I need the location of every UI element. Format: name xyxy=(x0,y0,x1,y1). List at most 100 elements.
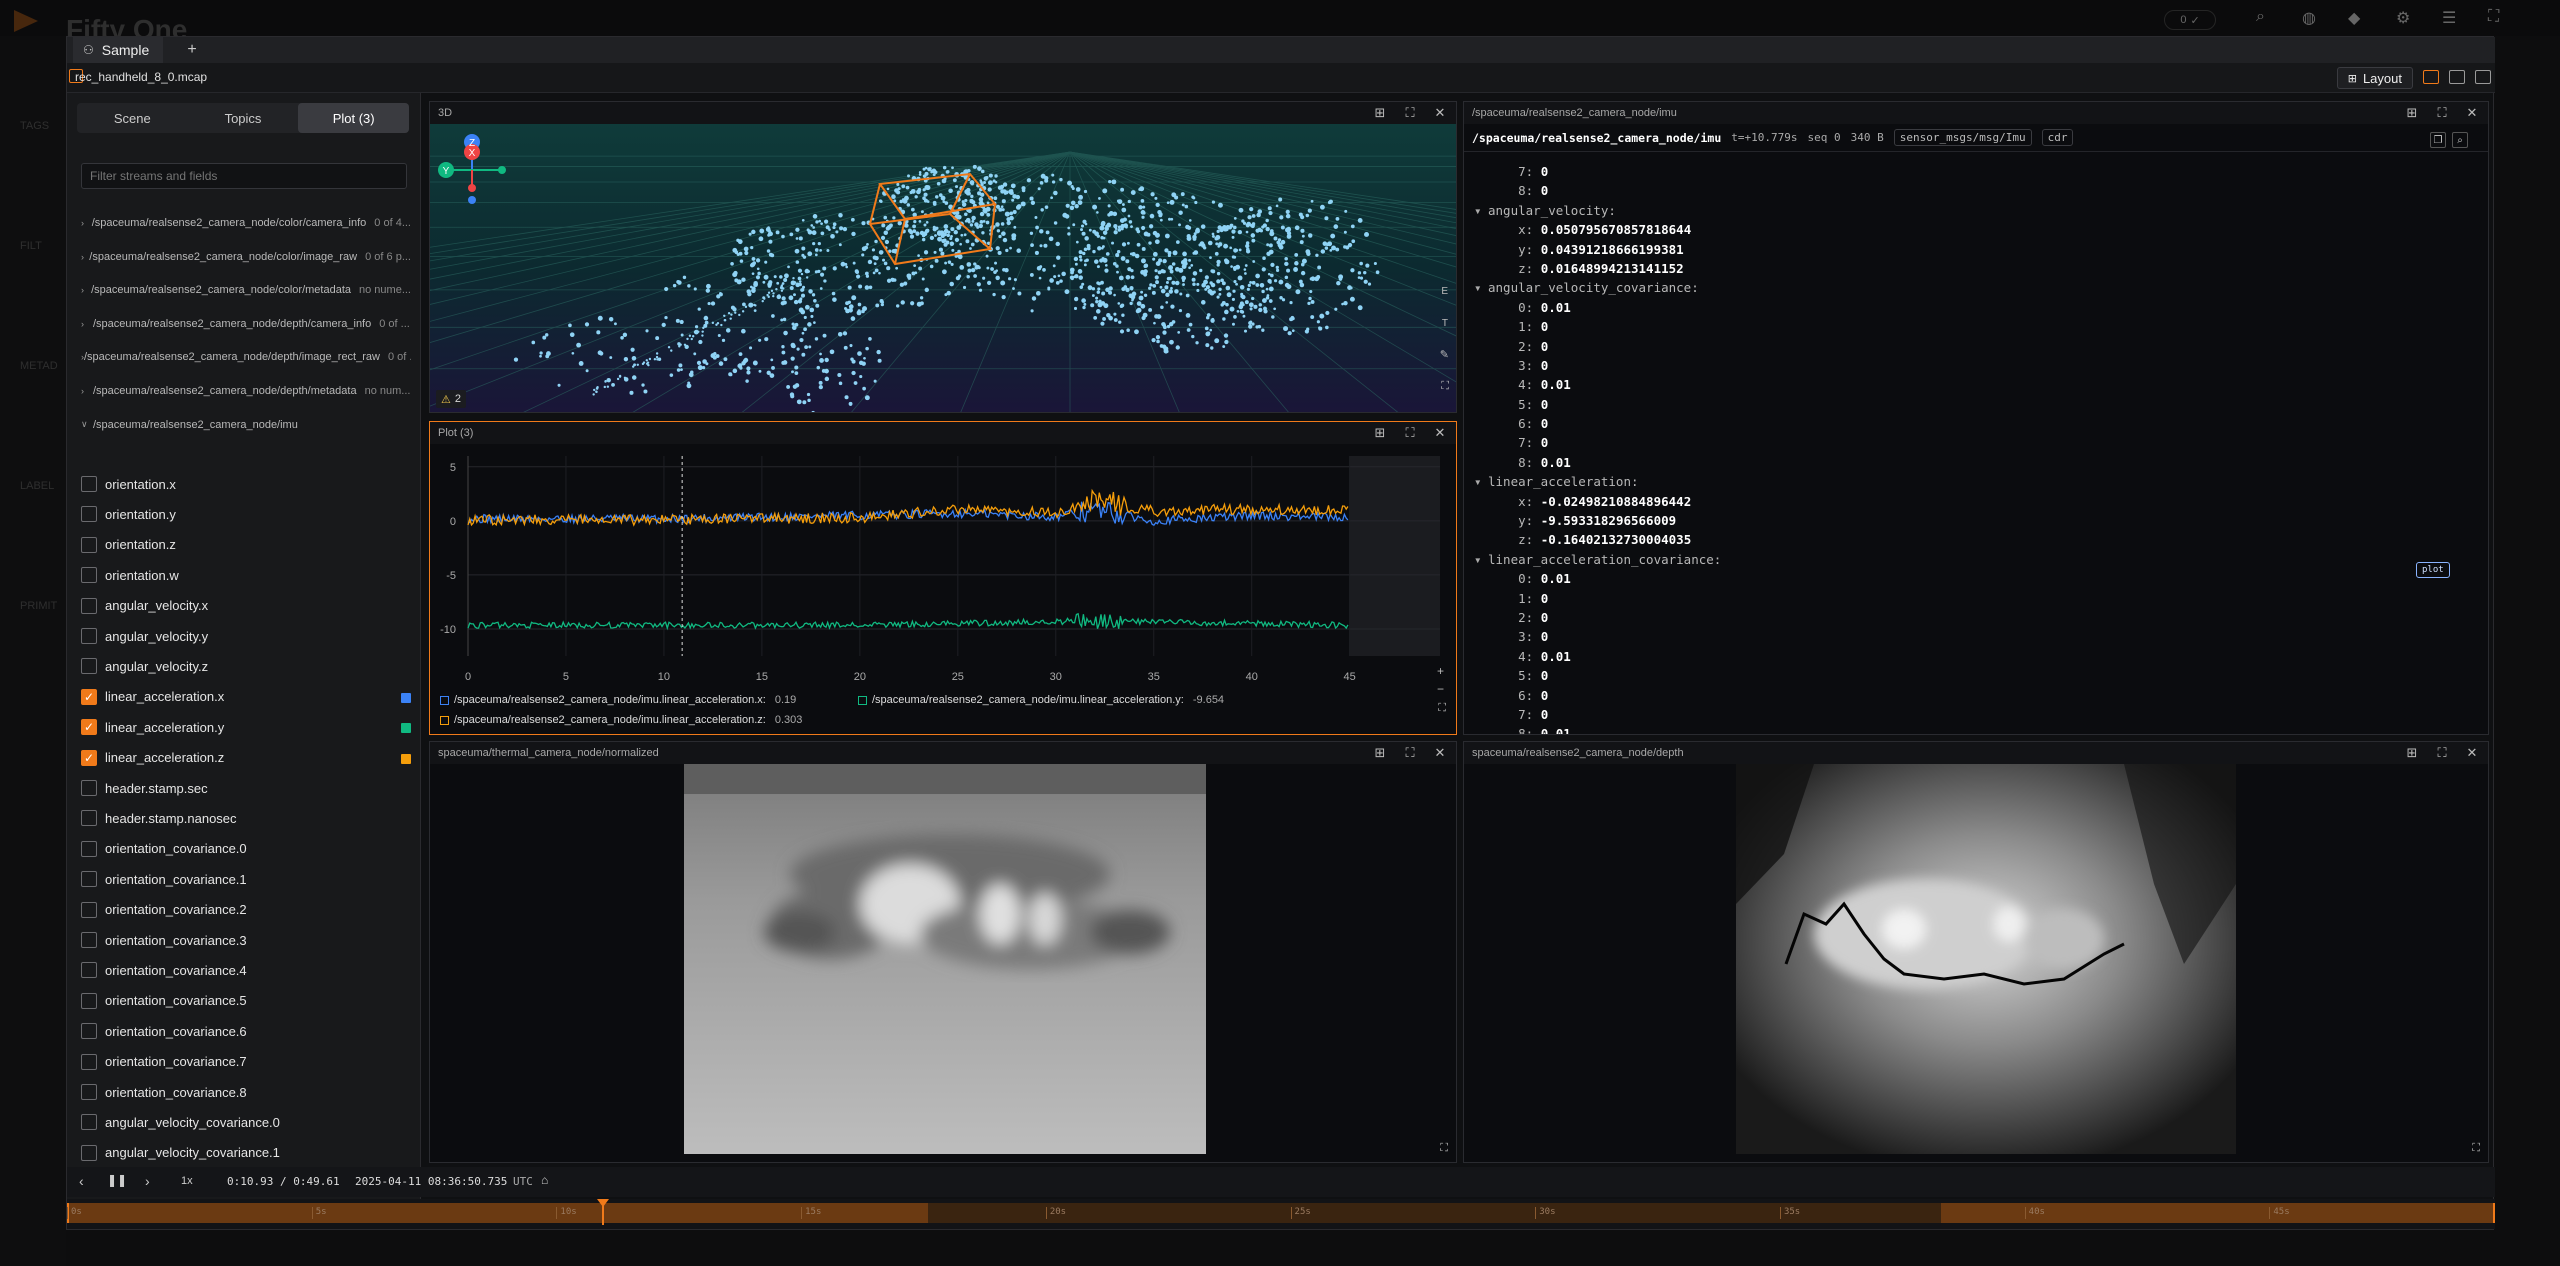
topic-row[interactable]: ∨ /spaceuma/realsense2_camera_node/imu xyxy=(81,415,411,435)
panel-3d[interactable]: 3D ⊞ ⛶ ✕ Z X Y ⚠ 2 E T ✎ ⛶ xyxy=(429,101,1457,413)
split-icon[interactable]: ⊞ xyxy=(2404,105,2420,121)
close-icon[interactable]: ✕ xyxy=(1432,105,1448,121)
panel-thermal[interactable]: spaceuma/thermal_camera_node/normalized … xyxy=(429,741,1457,1163)
field-row[interactable]: orientation.y xyxy=(81,501,411,527)
close-icon[interactable]: ✕ xyxy=(2464,745,2480,761)
topic-row[interactable]: › /spaceuma/realsense2_camera_node/color/… xyxy=(81,213,411,233)
field-checkbox[interactable] xyxy=(81,628,97,644)
collapse-toggle-icon[interactable]: ▾ xyxy=(1474,201,1488,220)
timeline[interactable]: 0s 5s 10s 15s 20s 25s 30s 35s 40s 45s xyxy=(67,1199,2495,1229)
speed-select[interactable]: 1x xyxy=(181,1175,193,1187)
zoom-in-icon[interactable]: + xyxy=(1437,664,1444,678)
field-checkbox[interactable] xyxy=(81,932,97,948)
topic-row[interactable]: › /spaceuma/realsense2_camera_node/color/… xyxy=(81,280,411,300)
tab-topics[interactable]: Topics xyxy=(188,103,299,133)
field-checkbox[interactable] xyxy=(81,597,97,614)
tab-sample[interactable]: ⚇ Sample xyxy=(73,37,164,63)
tab-scene[interactable]: Scene xyxy=(77,103,188,133)
layout-sidebar-left-icon[interactable] xyxy=(2423,70,2439,84)
legend-item[interactable]: /spaceuma/realsense2_camera_node/imu.lin… xyxy=(858,694,1224,706)
field-row[interactable]: orientation_covariance.5 xyxy=(81,988,411,1014)
field-checkbox[interactable] xyxy=(81,506,97,523)
field-row[interactable]: orientation_covariance.7 xyxy=(81,1049,411,1075)
field-row[interactable]: angular_velocity_covariance.1 xyxy=(81,1140,411,1166)
field-checkbox[interactable] xyxy=(81,1023,97,1040)
maximize-icon[interactable]: ⛶ xyxy=(1402,425,1418,441)
tree-row[interactable]: ▾ linear_acceleration_covariance: xyxy=(1474,550,1729,569)
layout-button[interactable]: ⊞ Layout xyxy=(2336,67,2413,89)
close-icon[interactable]: ✕ xyxy=(1432,745,1448,761)
tab-plot[interactable]: Plot (3) xyxy=(298,103,410,133)
field-checkbox[interactable]: ✓ xyxy=(81,688,97,705)
collapse-toggle-icon[interactable]: ▾ xyxy=(1474,550,1488,569)
point-cloud-viewport[interactable]: Z X Y xyxy=(430,124,1457,413)
maximize-icon[interactable]: ⛶ xyxy=(1402,745,1418,761)
step-back-icon[interactable]: ‹ xyxy=(79,1173,84,1189)
field-checkbox[interactable] xyxy=(81,476,97,492)
field-row[interactable]: ✓ linear_acceleration.y xyxy=(81,714,411,740)
field-checkbox[interactable] xyxy=(81,871,97,888)
pause-icon[interactable]: ❚❚ xyxy=(107,1173,127,1187)
collapse-toggle-icon[interactable]: ▾ xyxy=(1474,472,1488,491)
field-row[interactable]: angular_velocity.x xyxy=(81,593,411,619)
maximize-icon[interactable]: ⛶ xyxy=(2434,105,2450,121)
topic-row[interactable]: ›/spaceuma/realsense2_camera_node/depth/… xyxy=(81,347,411,367)
panel-plot[interactable]: Plot (3) ⊞ ⛶ ✕ 5 0 -5 -10 0 5 10 15 20 25 30 35 40 45… xyxy=(429,421,1457,735)
field-row[interactable]: orientation_covariance.2 xyxy=(81,897,411,923)
field-checkbox[interactable] xyxy=(81,901,97,918)
field-row[interactable]: orientation.x xyxy=(81,471,411,497)
field-checkbox[interactable] xyxy=(81,992,97,1009)
panel-message[interactable]: /spaceuma/realsense2_camera_node/imu ⊞ ⛶… xyxy=(1463,101,2489,735)
field-checkbox[interactable] xyxy=(81,1084,97,1100)
copy-icon[interactable]: ❐ xyxy=(2430,132,2446,148)
field-checkbox[interactable] xyxy=(81,1144,97,1161)
playhead-handle-icon[interactable] xyxy=(596,1199,609,1207)
split-icon[interactable]: ⊞ xyxy=(1372,425,1388,441)
field-checkbox[interactable]: ✓ xyxy=(81,719,97,736)
fit-view-icon[interactable]: ⛶ xyxy=(1440,1142,1448,1155)
fit-view-icon[interactable]: ⛶ xyxy=(1441,380,1449,393)
legend-item[interactable]: /spaceuma/realsense2_camera_node/imu.lin… xyxy=(440,714,802,726)
field-row[interactable]: angular_velocity_covariance.0 xyxy=(81,1109,411,1135)
tool-e-button[interactable]: E xyxy=(1441,286,1448,297)
field-row[interactable]: angular_velocity.z xyxy=(81,653,411,679)
tag-icon[interactable]: ⌂ xyxy=(541,1173,548,1187)
field-row[interactable]: header.stamp.sec xyxy=(81,775,411,801)
collapse-toggle-icon[interactable]: ▾ xyxy=(1474,278,1488,297)
field-row[interactable]: orientation_covariance.8 xyxy=(81,1079,411,1105)
filter-streams-input[interactable] xyxy=(81,163,407,189)
legend-item[interactable]: /spaceuma/realsense2_camera_node/imu.lin… xyxy=(440,694,796,706)
fit-view-icon[interactable]: ⛶ xyxy=(2472,1142,2480,1155)
tool-t-button[interactable]: T xyxy=(1442,318,1448,329)
field-row[interactable]: orientation_covariance.3 xyxy=(81,927,411,953)
field-row[interactable]: angular_velocity.y xyxy=(81,623,411,649)
field-checkbox[interactable] xyxy=(81,840,97,857)
warning-badge[interactable]: ⚠ 2 xyxy=(436,390,466,408)
field-checkbox[interactable] xyxy=(81,1053,97,1070)
topic-row[interactable]: › /spaceuma/realsense2_camera_node/color/… xyxy=(81,247,411,267)
ruler-icon[interactable]: ✎ xyxy=(1440,348,1449,361)
field-checkbox[interactable]: ✓ xyxy=(81,749,97,766)
field-row[interactable]: orientation_covariance.1 xyxy=(81,866,411,892)
maximize-icon[interactable]: ⛶ xyxy=(1402,105,1418,121)
field-checkbox[interactable] xyxy=(81,536,97,553)
topic-row[interactable]: ›/spaceuma/realsense2_camera_node/depth/… xyxy=(81,381,411,401)
field-checkbox[interactable] xyxy=(81,1114,97,1131)
field-checkbox[interactable] xyxy=(81,810,97,827)
tree-row[interactable]: ▾ angular_velocity_covariance: xyxy=(1474,278,1729,297)
step-forward-icon[interactable]: › xyxy=(145,1173,150,1189)
line-chart[interactable]: 5 0 -5 -10 0 5 10 15 20 25 30 35 40 45 xyxy=(430,444,1456,692)
maximize-icon[interactable]: ⛶ xyxy=(2434,745,2450,761)
tree-row[interactable]: ▾ linear_acceleration: xyxy=(1474,472,1729,491)
timezone-label[interactable]: UTC xyxy=(513,1175,533,1188)
panel-depth[interactable]: spaceuma/realsense2_camera_node/depth ⊞ … xyxy=(1463,741,2489,1163)
field-row[interactable]: orientation.z xyxy=(81,532,411,558)
field-row[interactable]: orientation_covariance.0 xyxy=(81,836,411,862)
split-icon[interactable]: ⊞ xyxy=(1372,745,1388,761)
plot-field-button[interactable]: plot xyxy=(2416,562,2450,578)
field-checkbox[interactable] xyxy=(81,780,97,796)
close-icon[interactable]: ✕ xyxy=(1432,425,1448,441)
timeline-track[interactable] xyxy=(67,1203,2495,1223)
add-tab-button[interactable]: + xyxy=(179,37,205,63)
field-checkbox[interactable] xyxy=(81,567,97,584)
